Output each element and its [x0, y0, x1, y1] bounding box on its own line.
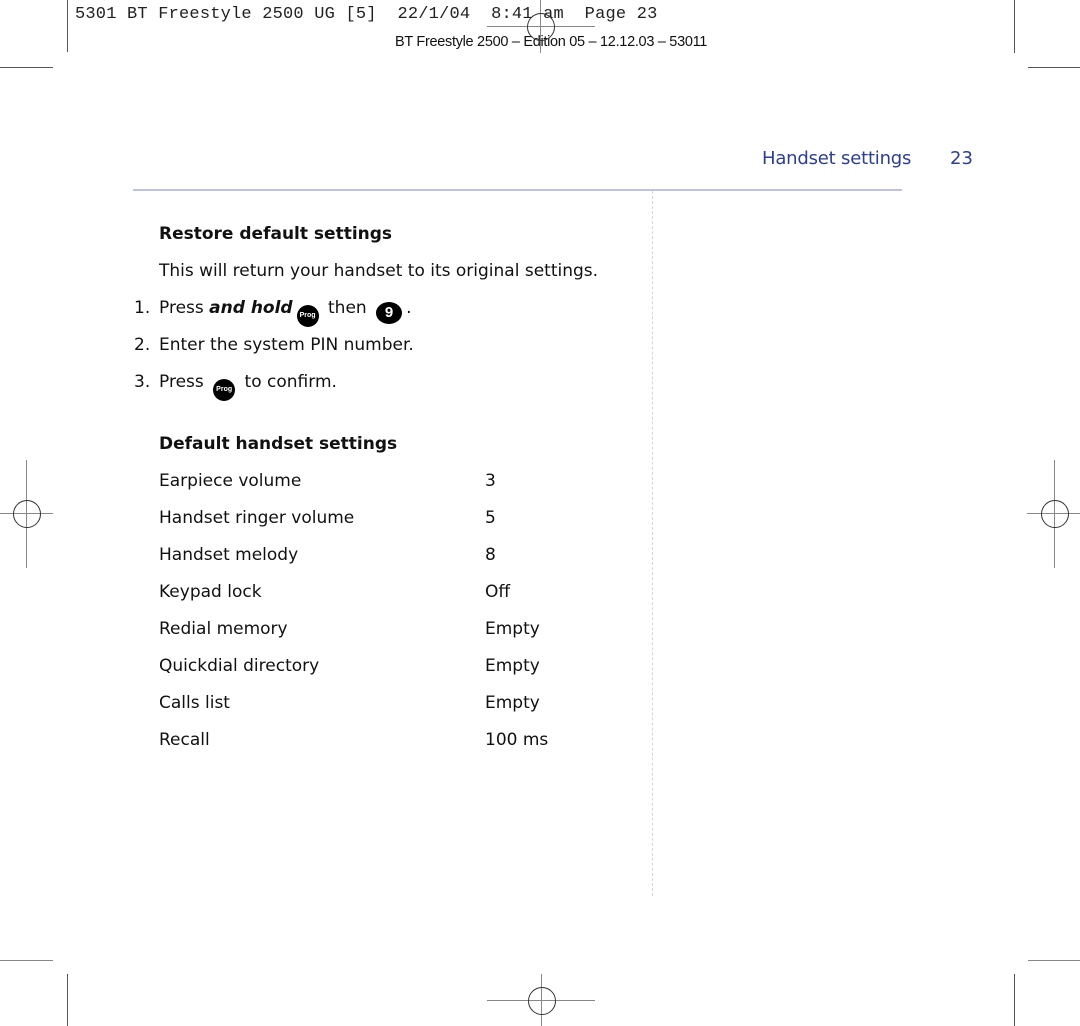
- setting-value: 3: [485, 471, 496, 491]
- column-divider: [652, 191, 653, 896]
- step-2: 2. Enter the system PIN number.: [134, 335, 414, 355]
- setting-value: Off: [485, 582, 511, 602]
- step-emphasis: and hold: [209, 298, 293, 318]
- setting-value: Empty: [485, 693, 540, 713]
- setting-value: Empty: [485, 619, 540, 639]
- step-number: 2.: [134, 335, 151, 355]
- step-text: .: [406, 298, 412, 318]
- step-text: then: [322, 298, 373, 318]
- setting-name: Quickdial directory: [159, 656, 320, 676]
- crosshair-registration-mark-bottom: [487, 974, 595, 1026]
- setting-value: 5: [485, 508, 496, 528]
- header-rule: [133, 189, 902, 191]
- crop-mark-bottom-right-vertical: [1014, 974, 1015, 1026]
- setting-name: Calls list: [159, 693, 230, 713]
- crosshair-registration-mark-left: [0, 460, 53, 568]
- crop-mark-top-left-horizontal: [0, 67, 53, 68]
- nine-key-icon: 9: [376, 302, 403, 324]
- crop-mark-bottom-left-horizontal: [0, 960, 53, 961]
- setting-name: Handset ringer volume: [159, 508, 355, 528]
- crop-mark-bottom-left-vertical: [67, 974, 68, 1026]
- setting-name: Redial memory: [159, 619, 288, 639]
- setting-name: Earpiece volume: [159, 471, 302, 491]
- running-head-section: Handset settings: [762, 148, 912, 169]
- crop-mark-bottom-right-horizontal: [1028, 960, 1080, 961]
- crosshair-registration-mark-right: [1027, 460, 1080, 568]
- step-number: 3.: [134, 372, 151, 392]
- crop-mark-top-right-horizontal: [1028, 67, 1080, 68]
- step-text: Press: [159, 298, 210, 318]
- setting-value: 100 ms: [485, 730, 549, 750]
- setting-name: Recall: [159, 730, 210, 750]
- prog-button-icon: Prog: [213, 379, 236, 401]
- restore-intro: This will return your handset to its ori…: [159, 261, 599, 281]
- page-number: 23: [950, 148, 973, 169]
- restore-heading: Restore default settings: [159, 224, 393, 244]
- setting-value: 8: [485, 545, 496, 565]
- step-number: 1.: [134, 298, 151, 318]
- step-text: to confirm.: [239, 372, 337, 392]
- crop-mark-top-left-vertical: [67, 0, 68, 52]
- step-3: 3. Press Prog to confirm.: [134, 372, 337, 401]
- setting-name: Handset melody: [159, 545, 299, 565]
- crop-mark-top-right-vertical: [1014, 0, 1015, 53]
- step-text: Enter the system PIN number.: [159, 335, 414, 355]
- setting-name: Keypad lock: [159, 582, 262, 602]
- step-1: 1. Press and hold Prog then 9.: [134, 298, 412, 327]
- prog-button-icon: Prog: [296, 305, 319, 327]
- crosshair-registration-mark-top: [487, 0, 595, 53]
- setting-value: Empty: [485, 656, 540, 676]
- defaults-heading: Default handset settings: [159, 434, 398, 454]
- step-text: Press: [159, 372, 210, 392]
